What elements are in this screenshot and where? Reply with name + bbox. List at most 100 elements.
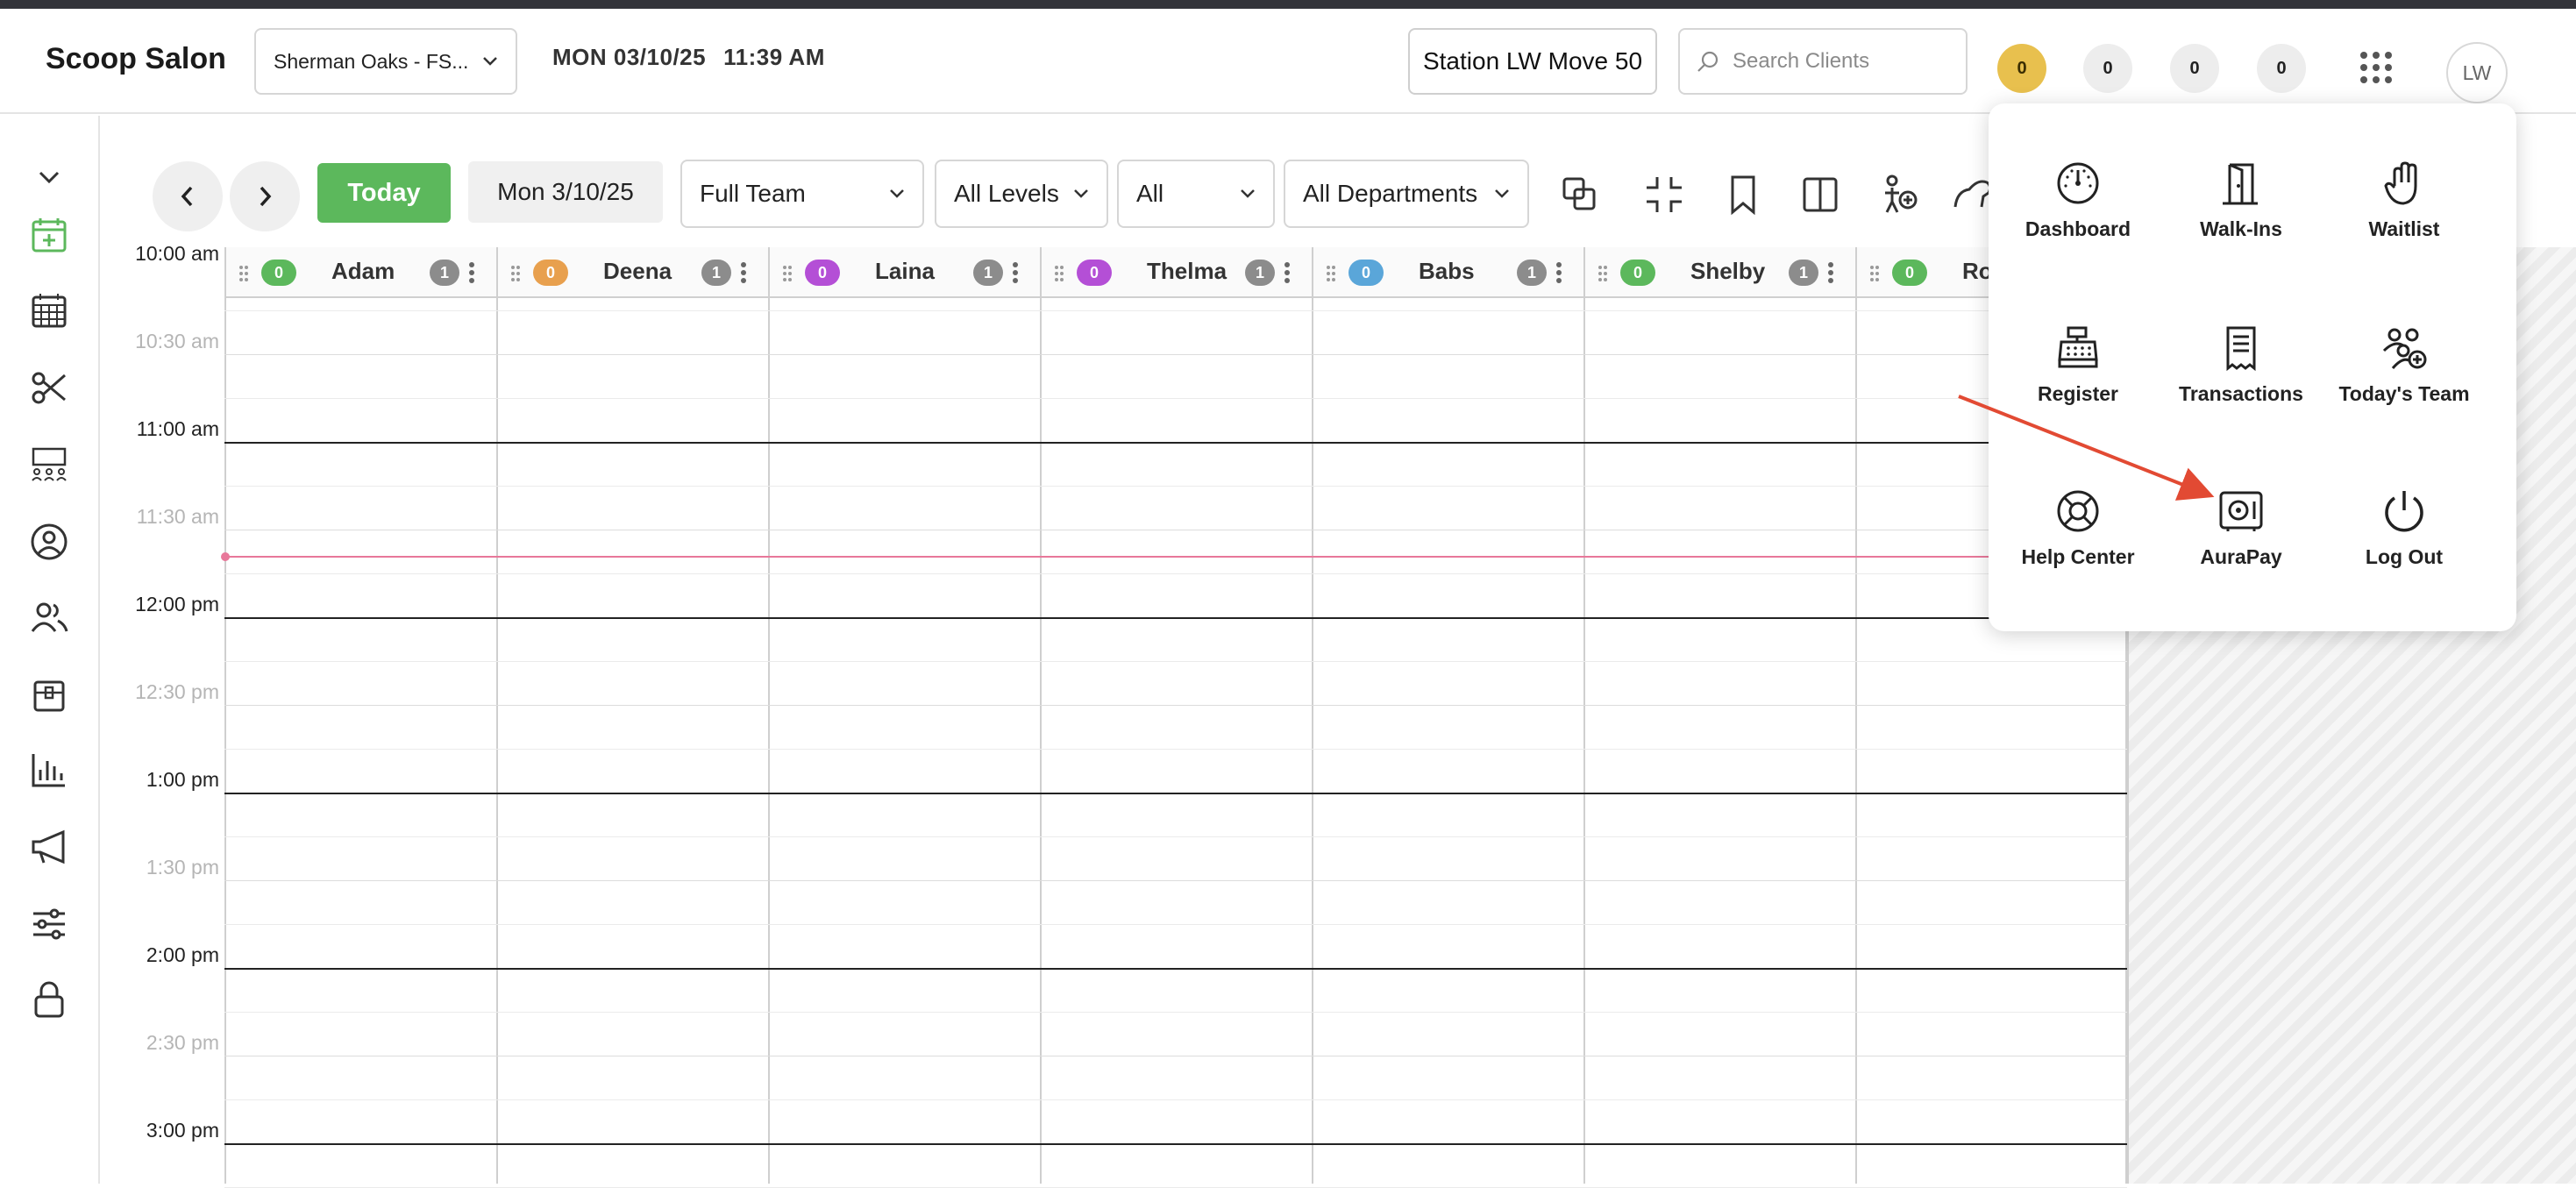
column-divider — [1583, 247, 1585, 1184]
settings-sliders-icon[interactable] — [30, 905, 68, 943]
stylist-column-header[interactable]: 0 Adam 1 — [224, 247, 496, 298]
time-grid-line — [224, 793, 2127, 794]
drag-handle-icon[interactable] — [1598, 265, 1608, 282]
user-avatar[interactable]: LW — [2446, 42, 2508, 103]
current-time-marker — [221, 552, 230, 561]
header: Scoop Salon Sherman Oaks - FS... MON 03/… — [0, 9, 2576, 114]
next-day-button[interactable] — [230, 161, 300, 231]
time-subgrid-line — [224, 1012, 2127, 1013]
add-person-icon[interactable] — [1878, 174, 1920, 216]
dog-icon[interactable] — [1952, 174, 1994, 216]
calendar-grid-icon[interactable] — [30, 291, 68, 330]
menu-item-register[interactable]: Register — [1990, 324, 2166, 456]
menu-item-dashboard[interactable]: Dashboard — [1990, 160, 2166, 291]
chevron-down-icon — [483, 57, 497, 66]
all-filter-select[interactable]: All — [1117, 160, 1275, 228]
menu-item-transactions[interactable]: Transactions — [2153, 324, 2329, 456]
chevron-down-icon — [1241, 189, 1255, 198]
menu-item-waitlist[interactable]: Waitlist — [2316, 160, 2492, 291]
today-button[interactable]: Today — [317, 163, 451, 223]
split-view-icon[interactable] — [1799, 174, 1841, 216]
notification-badge-4[interactable]: 0 — [2257, 44, 2306, 93]
search-icon — [1697, 51, 1719, 72]
notification-badge-3[interactable]: 0 — [2170, 44, 2219, 93]
time-grid-line — [224, 354, 2127, 355]
kebab-menu-icon[interactable] — [468, 261, 475, 284]
stylist-name: Babs — [1419, 258, 1475, 284]
kebab-menu-icon[interactable] — [1827, 261, 1834, 284]
menu-item-help-center[interactable]: Help Center — [1990, 487, 2166, 619]
search-clients-box[interactable] — [1678, 28, 1968, 95]
chevron-down-icon — [1074, 189, 1088, 198]
drag-handle-icon[interactable] — [782, 265, 793, 282]
notification-badge-2[interactable]: 0 — [2083, 44, 2132, 93]
calendar-add-icon[interactable] — [30, 216, 68, 254]
time-grid-line — [224, 968, 2127, 970]
scissors-icon[interactable] — [30, 368, 68, 407]
megaphone-icon[interactable] — [30, 828, 68, 866]
compress-icon[interactable] — [1643, 174, 1685, 216]
stylist-name: Shelby — [1690, 258, 1766, 284]
stylist-column-header[interactable]: 0 Laina 1 — [768, 247, 1040, 298]
stylist-column-header[interactable]: 0 Deena 1 — [496, 247, 768, 298]
stylist-count-badge: 1 — [701, 260, 731, 286]
client-profile-icon[interactable] — [30, 523, 68, 561]
time-grid-line — [224, 617, 2127, 619]
time-slot-label: 10:00 am — [135, 242, 219, 265]
stylist-count-badge: 1 — [1789, 260, 1818, 286]
stylist-column-header[interactable]: 0 Shelby 1 — [1583, 247, 1855, 298]
kebab-menu-icon[interactable] — [1012, 261, 1019, 284]
department-filter-select[interactable]: All Departments — [1284, 160, 1529, 228]
stylist-name: Thelma — [1147, 258, 1228, 284]
current-time-line — [224, 556, 2127, 558]
kebab-menu-icon[interactable] — [1555, 261, 1562, 284]
stylist-count-badge: 1 — [1517, 260, 1547, 286]
drag-handle-icon[interactable] — [1326, 265, 1336, 282]
column-divider — [496, 247, 498, 1184]
overlap-squares-icon[interactable] — [1559, 174, 1601, 216]
stylist-column-header[interactable]: 0 Babs 1 — [1312, 247, 1583, 298]
menu-item-log-out[interactable]: Log Out — [2316, 487, 2492, 619]
cash-register-icon — [2058, 326, 2098, 368]
department-filter-label: All Departments — [1303, 180, 1478, 207]
reports-chart-icon[interactable] — [30, 751, 68, 789]
drag-handle-icon[interactable] — [238, 265, 249, 282]
booked-count-badge: 0 — [1348, 260, 1384, 286]
drag-handle-icon[interactable] — [1054, 265, 1064, 282]
drag-handle-icon[interactable] — [510, 265, 521, 282]
selected-date[interactable]: Mon 3/10/25 — [468, 161, 663, 223]
search-clients-input[interactable] — [1733, 49, 1943, 74]
collapse-chevron-icon[interactable] — [35, 158, 63, 196]
classroom-icon[interactable] — [30, 445, 68, 484]
menu-item-waitlist-label: Waitlist — [2368, 217, 2440, 240]
time-subgrid-line — [224, 661, 2127, 662]
product-box-icon[interactable] — [30, 675, 68, 714]
team-icon[interactable] — [30, 598, 68, 637]
level-filter-select[interactable]: All Levels — [935, 160, 1108, 228]
drag-handle-icon[interactable] — [1869, 265, 1880, 282]
notification-badge-1[interactable]: 0 — [1997, 44, 2046, 93]
kebab-menu-icon[interactable] — [1284, 261, 1291, 284]
menu-item-todays-team[interactable]: Today's Team — [2316, 324, 2492, 456]
station-field[interactable]: Station LW Move 50 — [1408, 28, 1657, 95]
team-filter-select[interactable]: Full Team — [680, 160, 924, 228]
apps-grid-icon[interactable] — [2359, 50, 2394, 85]
bookmark-icon[interactable] — [1722, 174, 1764, 216]
menu-item-walk-ins[interactable]: Walk-Ins — [2153, 160, 2329, 291]
sidebar — [0, 116, 100, 1184]
all-filter-label: All — [1136, 180, 1164, 207]
stylist-count-badge: 1 — [973, 260, 1003, 286]
prev-day-button[interactable] — [153, 161, 223, 231]
kebab-menu-icon[interactable] — [740, 261, 747, 284]
location-select[interactable]: Sherman Oaks - FS... — [254, 28, 517, 95]
time-slot-label: 12:30 pm — [135, 680, 219, 703]
column-divider — [1040, 247, 1042, 1184]
lock-icon[interactable] — [30, 980, 68, 1019]
chevron-right-icon — [260, 186, 272, 207]
time-grid-line — [224, 880, 2127, 881]
chevron-down-icon — [890, 189, 904, 198]
menu-item-aurapay[interactable]: AuraPay — [2153, 487, 2329, 619]
menu-item-walk-ins-label: Walk-Ins — [2200, 217, 2282, 240]
current-day: MON 03/10/25 — [552, 44, 707, 70]
stylist-column-header[interactable]: 0 Thelma 1 — [1040, 247, 1312, 298]
